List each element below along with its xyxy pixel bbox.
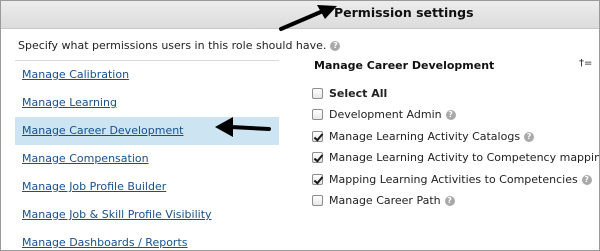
nav-item-label[interactable]: Manage Career Development	[22, 124, 184, 137]
annotation-arrow-icon	[215, 117, 271, 137]
panel-title: Manage Career Development	[314, 59, 495, 72]
permission-select-all[interactable]: Select All	[312, 84, 599, 105]
help-icon[interactable]: ?	[444, 195, 455, 206]
nav-item-manage-job-profile-builder[interactable]: Manage Job Profile Builder	[15, 173, 279, 201]
nav-item-label[interactable]: Manage Calibration	[22, 68, 129, 81]
page-title: Permission settings	[334, 5, 474, 20]
help-icon[interactable]: ?	[445, 110, 456, 121]
permission-label: Select All	[329, 87, 388, 100]
intro-label: Specify what permissions users in this r…	[18, 39, 327, 52]
nav-item-manage-learning[interactable]: Manage Learning	[15, 89, 279, 117]
manage-learning-activity-catalogs-checkbox[interactable]	[312, 130, 323, 142]
permission-manage-learning-activity-catalogs[interactable]: Manage Learning Activity Catalogs?	[312, 127, 599, 148]
nav-item-manage-calibration[interactable]: Manage Calibration	[15, 61, 279, 89]
nav-item-label[interactable]: Manage Compensation	[22, 152, 149, 165]
permission-mapping-learning-activities-competencies[interactable]: Mapping Learning Activities to Competenc…	[312, 170, 599, 191]
nav-item-manage-dashboards-reports[interactable]: Manage Dashboards / Reports	[15, 229, 279, 250]
permission-settings-window: Permission settings Specify what permiss…	[0, 0, 600, 251]
help-icon[interactable]: ?	[581, 174, 592, 185]
manage-career-path-checkbox[interactable]	[312, 194, 323, 206]
permission-list: Select All Development Admin? Manage Lea…	[312, 84, 600, 212]
permission-label: Development Admin?	[329, 108, 456, 121]
help-icon[interactable]: ?	[330, 41, 341, 51]
permission-manage-learning-activity-competency-mappings[interactable]: Manage Learning Activity to Competency m…	[312, 148, 600, 169]
help-icon[interactable]: ?	[524, 131, 535, 142]
permission-development-admin[interactable]: Development Admin?	[312, 105, 599, 126]
nav-item-label[interactable]: Manage Job & Skill Profile Visibility	[22, 208, 212, 221]
annotation-arrow-icon	[279, 5, 337, 31]
select-all-checkbox[interactable]	[312, 88, 323, 99]
panel-corner-text: †=	[579, 58, 593, 69]
permission-category-nav: Manage Calibration Manage Learning Manag…	[15, 61, 279, 250]
development-admin-checkbox[interactable]	[312, 109, 323, 121]
nav-item-label[interactable]: Manage Job Profile Builder	[22, 180, 166, 193]
permission-label: Mapping Learning Activities to Competenc…	[329, 173, 592, 186]
nav-item-label[interactable]: Manage Dashboards / Reports	[22, 236, 188, 249]
mapping-learning-activities-competencies-checkbox[interactable]	[312, 173, 323, 185]
nav-item-manage-compensation[interactable]: Manage Compensation	[15, 145, 279, 173]
permission-manage-career-path[interactable]: Manage Career Path?	[312, 191, 599, 212]
permission-label: Manage Career Path?	[329, 194, 455, 207]
manage-learning-activity-competency-mappings-checkbox[interactable]	[312, 152, 323, 164]
nav-item-manage-job-skill-profile-visibility[interactable]: Manage Job & Skill Profile Visibility	[15, 201, 279, 229]
permission-label: Manage Learning Activity to Competency m…	[329, 151, 600, 165]
nav-item-label[interactable]: Manage Learning	[22, 96, 117, 109]
permission-label: Manage Learning Activity Catalogs?	[329, 130, 535, 143]
intro-text: Specify what permissions users in this r…	[18, 39, 341, 52]
